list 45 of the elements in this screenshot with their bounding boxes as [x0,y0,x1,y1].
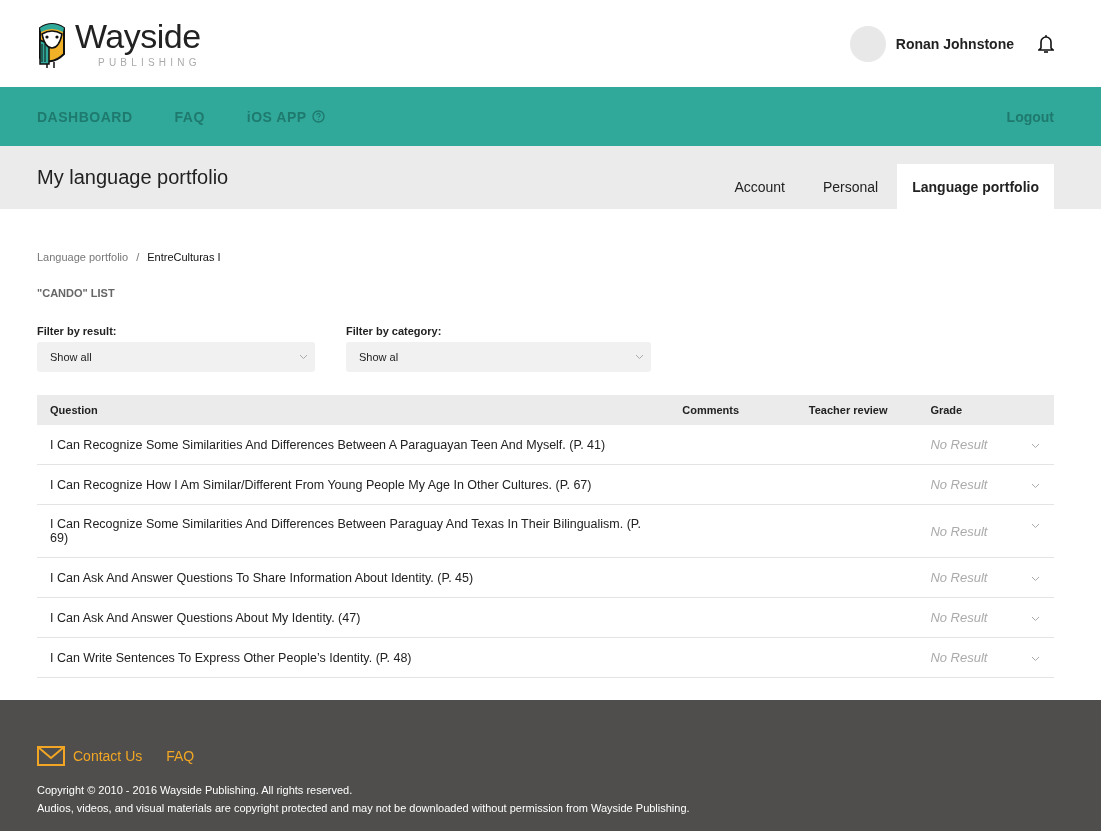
question-text: I Can Write Sentences To Express Other People’s Identity. (P. 48) [50,650,412,665]
bell-icon[interactable] [1038,33,1054,54]
grade-text: No Result [930,477,988,492]
help-icon[interactable] [311,110,325,123]
chevron-down-icon [1031,443,1040,449]
question-text: I Can Recognize How I Am Similar/Different From Young People My Age In Other Cultures. (P. 67) [50,477,592,492]
tab[interactable]: Language portfolio [897,164,1054,209]
filter-label: Filter by category: [346,325,443,337]
copyright-text: Copyright © 2010 - 2016 Wayside Publishing. All rights reserved. [37,784,354,796]
chevron-down-icon [1031,483,1040,489]
breadcrumb-link[interactable]: Language portfolio [37,251,129,263]
logo-tagline: PUBLISHING [98,57,201,68]
grade-text: No Result [930,523,988,539]
tab[interactable]: Account [715,164,804,209]
chevron-down-icon [1031,616,1040,622]
breadcrumb-separator: / [136,251,140,263]
footer-link[interactable]: Contact Us [37,746,143,766]
grade-text: No Result [930,570,988,585]
question-text: I Can Recognize Some Similarities And Differences Between A Paraguayan Teen And Myself. (P. 41) [50,437,606,452]
user-name[interactable]: Ronan Johnstone [895,35,1014,52]
column-header: Question [37,395,683,425]
logo-wordmark: Wayside [75,19,201,53]
chevron-down-icon [1031,576,1040,582]
question-text: I Can Ask And Answer Questions About My Identity. (47) [50,610,361,625]
chevron-down-icon [1031,523,1040,529]
section-title: "CANDO" LIST [37,287,116,299]
column-header: Teacher review [808,395,931,425]
grade-text: No Result [930,610,988,625]
chevron-down-icon [299,354,308,360]
page-title: My language portfolio [37,166,229,189]
chevron-down-icon [635,354,644,360]
question-text: I Can Ask And Answer Questions To Share Information About Identity. (P. 45) [50,570,474,585]
grade-text: No Result [930,650,988,665]
tab[interactable]: Personal [803,164,898,209]
chevron-down-icon [1031,656,1040,662]
footer-link[interactable]: FAQ [166,748,195,764]
column-header: Grade [930,395,1020,425]
copyright-notice: Audios, videos, and visual materials are copyright protected and may not be downloaded without permission from Wayside Publishing. [37,802,691,814]
filter-dropdown[interactable]: Show al [346,342,651,372]
grade-text: No Result [930,437,988,452]
filter-dropdown[interactable]: Show all [37,342,315,372]
column-header: Comments [682,395,809,425]
question-text: I Can Recognize Some Similarities And Differences Between Paraguay And Texas In Their Bilingualism. (P. 69) [50,517,642,545]
filter-label: Filter by result: [37,325,118,337]
envelope-icon[interactable] [37,746,65,766]
